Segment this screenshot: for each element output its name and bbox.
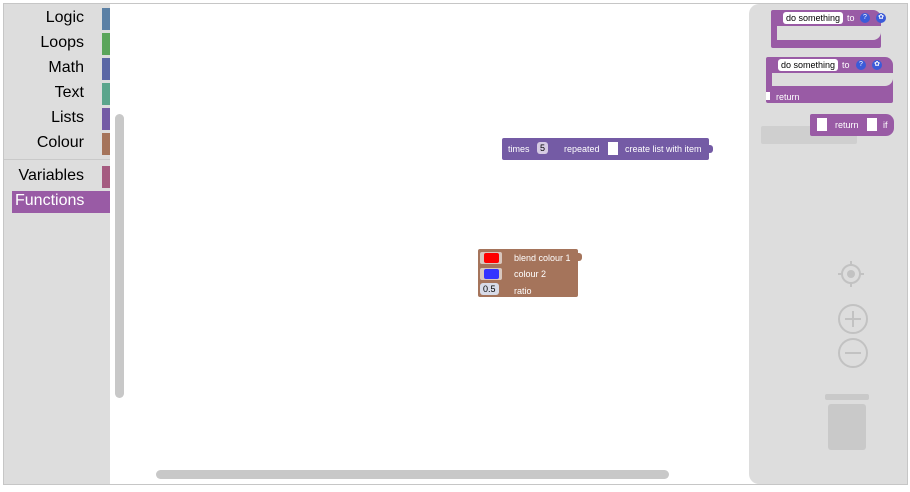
category-swatch	[102, 133, 110, 155]
category-loops[interactable]: Loops	[4, 33, 110, 55]
statement-body	[771, 26, 881, 48]
category-label: Logic	[45, 9, 84, 26]
horizontal-scrollbar[interactable]	[156, 470, 669, 479]
help-icon[interactable]: ?	[860, 13, 870, 23]
category-functions[interactable]: Functions	[12, 191, 110, 213]
category-swatch	[102, 8, 110, 30]
category-colour[interactable]: Colour	[4, 133, 110, 155]
target-icon[interactable]	[837, 260, 865, 288]
minus-icon[interactable]	[837, 337, 869, 369]
category-label: Text	[54, 84, 84, 101]
input-socket	[608, 142, 618, 155]
return-input-socket	[766, 92, 770, 100]
category-variables[interactable]: Variables	[4, 166, 110, 188]
toolbox-separator	[4, 159, 110, 160]
category-label: Loops	[40, 34, 84, 51]
procedure-header: do something to ? ✿	[771, 10, 886, 26]
plus-icon[interactable]	[837, 303, 869, 335]
return-label: return	[835, 120, 859, 130]
trash-icon[interactable]	[825, 391, 869, 450]
gear-icon[interactable]: ✿	[876, 13, 886, 23]
category-logic[interactable]: Logic	[4, 8, 110, 30]
category-label: Lists	[51, 109, 84, 126]
blend-colour-label: blend colour 1	[514, 253, 571, 263]
procedure-return-block[interactable]: do something to ? ✿ return	[766, 57, 893, 103]
category-swatch	[102, 83, 110, 105]
category-label: Math	[48, 59, 84, 76]
procedure-name-field[interactable]: do something	[783, 12, 844, 24]
functions-flyout: do something to ? ✿ do something to ? ✿ …	[749, 4, 907, 484]
help-icon[interactable]: ?	[856, 60, 866, 70]
blockly-editor: Logic Loops Math Text Lists Colour Varia…	[3, 3, 908, 485]
colour2-label: colour 2	[514, 269, 547, 279]
ratio-number-field[interactable]: 0.5	[480, 283, 499, 295]
category-swatch	[102, 33, 110, 55]
repeated-label: repeated	[564, 144, 600, 154]
times-number-field[interactable]: 5	[537, 142, 549, 154]
to-label: to	[847, 13, 855, 23]
category-text[interactable]: Text	[4, 83, 110, 105]
to-label: to	[842, 60, 850, 70]
procedure-name-field[interactable]: do something	[778, 59, 839, 71]
output-tab	[578, 253, 582, 261]
vertical-scrollbar[interactable]	[115, 114, 124, 398]
input-socket	[867, 118, 877, 131]
output-tab	[709, 145, 713, 153]
create-list-label: create list with item	[625, 144, 702, 154]
toolbox: Logic Loops Math Text Lists Colour Varia…	[4, 4, 110, 484]
category-swatch	[102, 58, 110, 80]
category-label: Functions	[15, 192, 85, 209]
colour1-input[interactable]	[480, 252, 502, 264]
times-label: times	[508, 144, 530, 154]
procedure-header: do something to ? ✿	[766, 57, 893, 73]
colour-blend-block[interactable]: blend colour 1 colour 2 0.5 ratio	[478, 249, 582, 297]
statement-body: return	[766, 73, 893, 103]
return-label: return	[776, 92, 800, 102]
lists-repeat-block[interactable]: times 5 repeated create list with item	[502, 138, 713, 160]
if-label: if	[883, 120, 888, 130]
category-label: Colour	[36, 134, 84, 151]
category-math[interactable]: Math	[4, 58, 110, 80]
ratio-label: ratio	[514, 286, 532, 296]
if-return-block[interactable]: return if	[810, 114, 894, 136]
category-swatch	[102, 108, 110, 130]
colour2-input[interactable]	[480, 268, 502, 280]
colour1-swatch[interactable]	[484, 253, 499, 263]
category-lists[interactable]: Lists	[4, 108, 110, 130]
procedure-noreturn-block[interactable]: do something to ? ✿	[771, 10, 886, 48]
gear-icon[interactable]: ✿	[872, 60, 882, 70]
input-socket	[817, 118, 827, 131]
category-swatch	[102, 166, 110, 188]
category-label: Variables	[18, 167, 84, 184]
colour2-swatch[interactable]	[484, 269, 499, 279]
